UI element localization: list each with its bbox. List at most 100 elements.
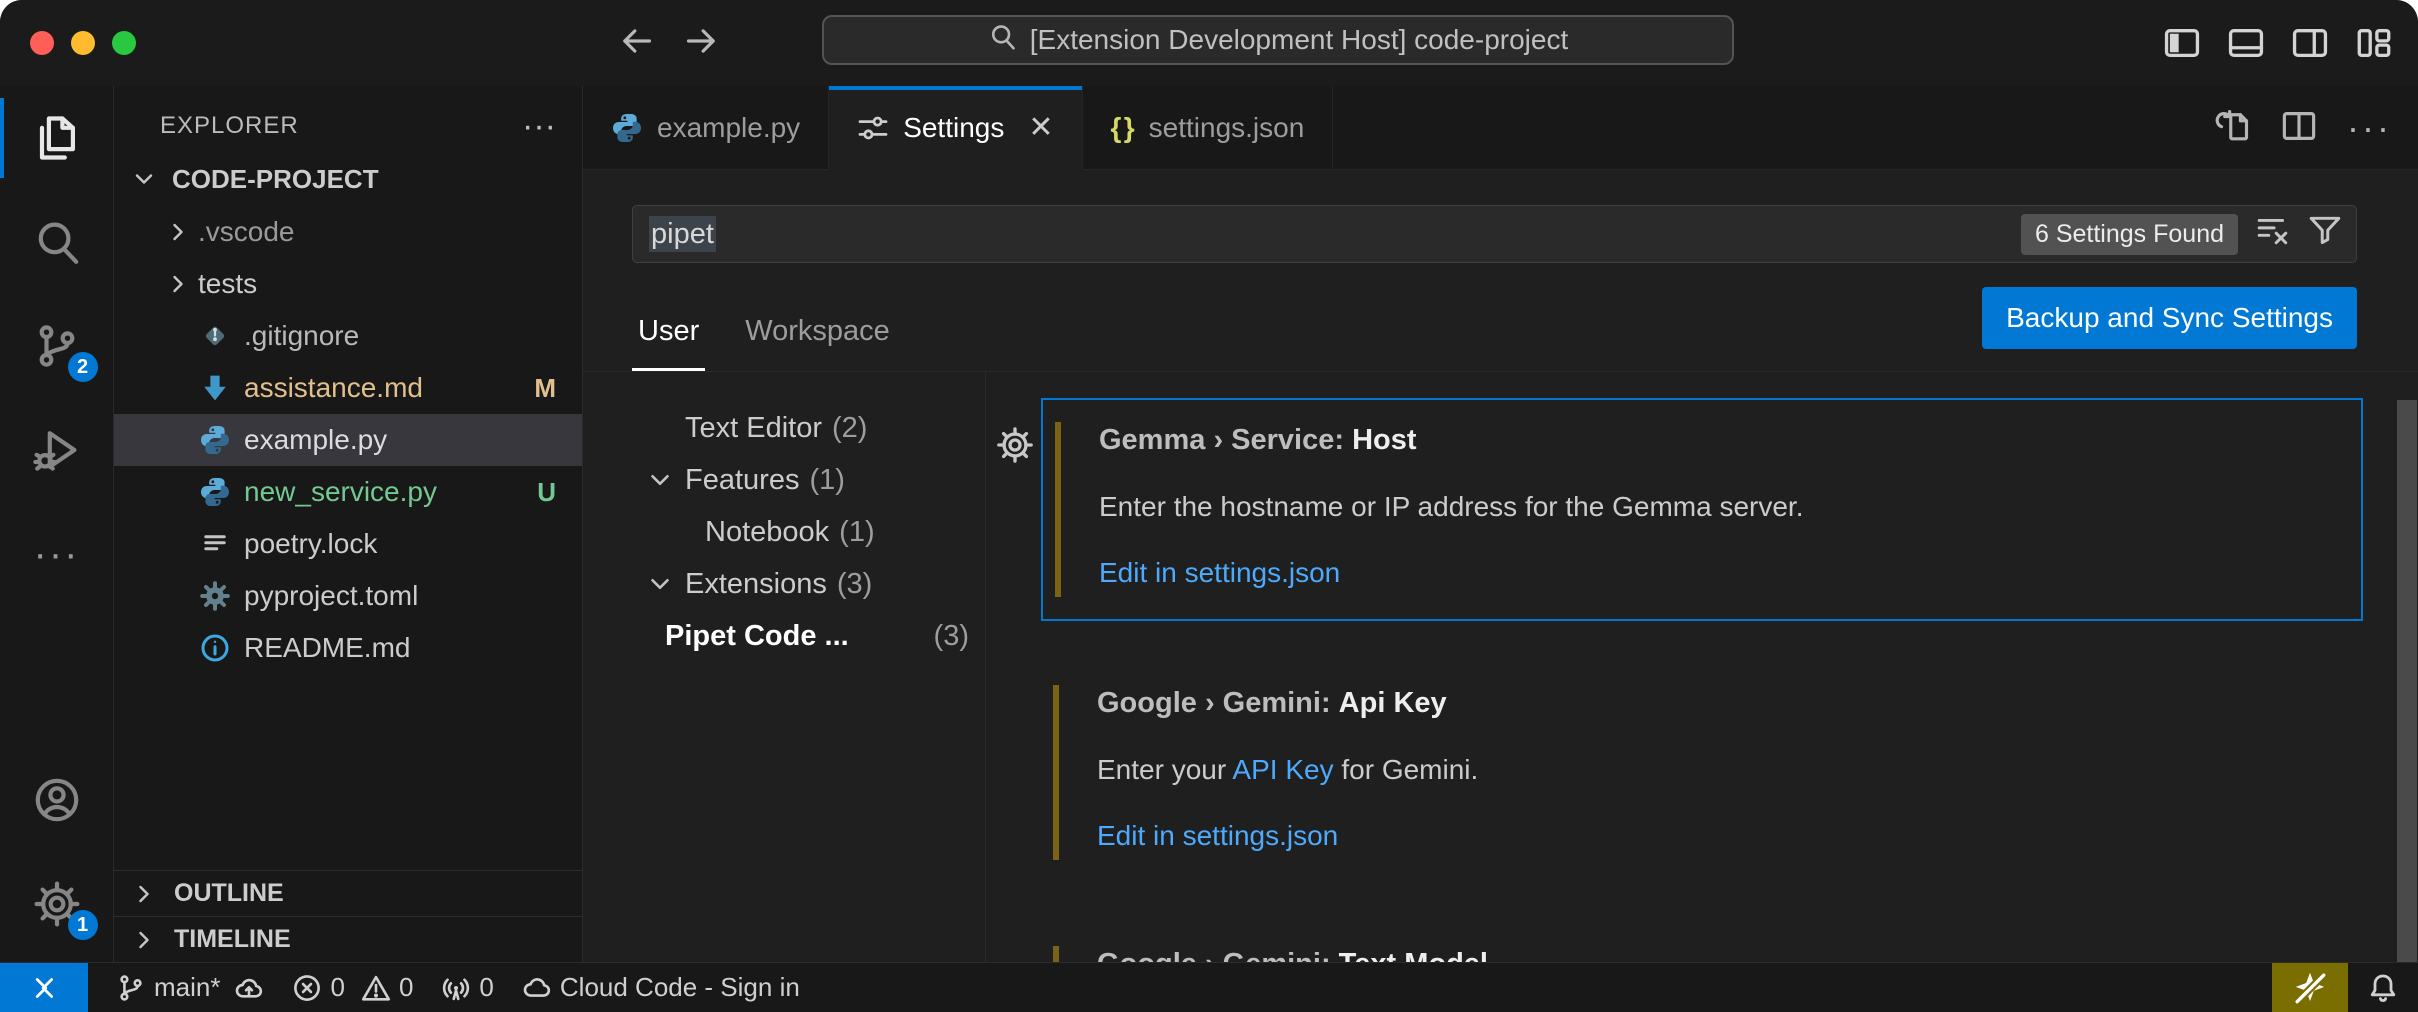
cloud-code-signin-status[interactable]: Cloud Code - Sign in xyxy=(522,972,800,1003)
remote-indicator[interactable] xyxy=(0,963,88,1012)
toggle-primary-sidebar-icon[interactable] xyxy=(2162,23,2202,63)
customize-layout-icon[interactable] xyxy=(2354,23,2394,63)
toc-item-notebook[interactable]: Notebook (1) xyxy=(583,506,985,558)
activity-bar: 2 ··· 1 xyxy=(0,86,114,962)
chevron-right-icon xyxy=(130,926,164,954)
ellipsis-icon: ··· xyxy=(34,544,80,564)
setting-title: Gemma › Service: Host xyxy=(1099,424,2337,457)
problems-status[interactable]: 0 0 xyxy=(292,972,413,1003)
toc-count: (1) xyxy=(809,464,844,497)
tree-item-new-service-py[interactable]: new_service.py U xyxy=(114,466,582,518)
python-file-icon xyxy=(198,475,232,509)
search-query-text: pipet xyxy=(649,216,716,252)
file-label: assistance.md xyxy=(244,372,423,404)
split-editor-icon[interactable] xyxy=(2281,108,2317,149)
tree-item-example-py[interactable]: example.py xyxy=(114,414,582,466)
toc-item-extensions[interactable]: Extensions (3) xyxy=(583,558,985,610)
toc-item-pipet-code[interactable]: Pipet Code ... (3) xyxy=(583,610,985,662)
explorer-root-folder[interactable]: CODE-PROJECT xyxy=(114,152,582,206)
close-tab-icon[interactable]: ✕ xyxy=(1028,110,1053,145)
toc-label: Notebook xyxy=(705,516,829,549)
ai-suggestions-status[interactable] xyxy=(2272,963,2348,1012)
activity-search-button[interactable] xyxy=(0,190,114,294)
tree-item-assistance-md[interactable]: assistance.md M xyxy=(114,362,582,414)
git-branch-icon xyxy=(116,973,146,1003)
tab-settings-json[interactable]: { } settings.json xyxy=(1083,86,1334,169)
toc-count: (3) xyxy=(837,568,872,601)
activity-more-views-button[interactable]: ··· xyxy=(0,502,114,606)
tree-item-vscode[interactable]: .vscode xyxy=(114,206,582,258)
tab-settings[interactable]: Settings ✕ xyxy=(829,86,1082,170)
editor-tab-bar: example.py Settings ✕ { } settings.json xyxy=(583,86,2418,170)
cloud-icon xyxy=(522,973,552,1003)
more-actions-icon[interactable]: ··· xyxy=(2347,107,2392,149)
settings-scrollbar[interactable] xyxy=(2396,372,2418,962)
backup-sync-settings-button[interactable]: Backup and Sync Settings xyxy=(1982,287,2357,349)
errors-icon xyxy=(292,973,322,1003)
tree-item-poetry-lock[interactable]: poetry.lock xyxy=(114,518,582,570)
setting-gemma-service-host[interactable]: Gemma › Service: Host Enter the hostname… xyxy=(1041,398,2363,621)
git-branch-status[interactable]: main* xyxy=(116,972,264,1003)
setting-google-gemini-text-model[interactable]: Google › Gemini: Text Model xyxy=(1041,924,2363,962)
tab-example-py[interactable]: example.py xyxy=(583,86,829,169)
edit-in-settings-json-link[interactable]: Edit in settings.json xyxy=(1099,557,2337,589)
go-forward-button[interactable] xyxy=(684,23,720,64)
tree-item-readme-md[interactable]: README.md xyxy=(114,622,582,674)
git-file-icon xyxy=(198,319,232,353)
lock-file-lines-icon xyxy=(198,527,232,561)
activity-source-control-button[interactable]: 2 xyxy=(0,294,114,398)
warnings-count: 0 xyxy=(399,972,413,1003)
scope-tab-user[interactable]: User xyxy=(632,315,705,371)
command-center[interactable]: [Extension Development Host] code-projec… xyxy=(822,15,1734,65)
ports-status[interactable]: 0 xyxy=(441,972,493,1003)
info-file-icon xyxy=(198,631,232,665)
explorer-more-actions-icon[interactable]: ··· xyxy=(522,121,556,131)
open-settings-json-icon[interactable] xyxy=(2215,108,2251,149)
outline-label: OUTLINE xyxy=(174,879,284,908)
toc-item-features[interactable]: Features (1) xyxy=(583,454,985,506)
bell-icon xyxy=(2367,972,2399,1004)
file-label: example.py xyxy=(244,424,387,456)
scrollbar-thumb[interactable] xyxy=(2397,400,2417,962)
file-label: .vscode xyxy=(198,216,295,248)
chevron-down-icon xyxy=(645,465,685,495)
tree-item-gitignore[interactable]: .gitignore xyxy=(114,310,582,362)
clear-search-icon[interactable] xyxy=(2256,213,2290,255)
tab-label: settings.json xyxy=(1149,112,1305,144)
toc-label: Pipet Code ... xyxy=(665,620,849,653)
toc-item-text-editor[interactable]: Text Editor (2) xyxy=(583,402,985,454)
setting-actions-gear-icon[interactable] xyxy=(996,426,1034,469)
setting-description: Enter your API Key for Gemini. xyxy=(1097,754,2339,786)
zoom-window-button[interactable] xyxy=(112,31,136,55)
accounts-button[interactable] xyxy=(0,748,114,852)
timeline-section-header[interactable]: TIMELINE xyxy=(114,916,582,962)
scope-tab-workspace[interactable]: Workspace xyxy=(739,315,896,371)
tree-item-tests[interactable]: tests xyxy=(114,258,582,310)
setting-title: Google › Gemini: Api Key xyxy=(1097,687,2339,720)
cloud-code-label: Cloud Code - Sign in xyxy=(560,972,800,1003)
filter-funnel-icon[interactable] xyxy=(2308,213,2342,255)
close-window-button[interactable] xyxy=(30,31,54,55)
tree-item-pyproject-toml[interactable]: pyproject.toml xyxy=(114,570,582,622)
sparkle-slash-icon xyxy=(2292,970,2328,1006)
activity-explorer-button[interactable] xyxy=(0,86,114,190)
toggle-secondary-sidebar-icon[interactable] xyxy=(2290,23,2330,63)
toggle-panel-icon[interactable] xyxy=(2226,23,2266,63)
outline-section-header[interactable]: OUTLINE xyxy=(114,870,582,916)
settings-search-input[interactable]: pipet 6 Settings Found xyxy=(632,205,2357,263)
edit-in-settings-json-link[interactable]: Edit in settings.json xyxy=(1097,820,2339,852)
window-title: [Extension Development Host] code-projec… xyxy=(1030,24,1569,56)
toc-label: Features xyxy=(685,464,799,497)
ports-count: 0 xyxy=(479,972,493,1003)
manage-settings-button[interactable]: 1 xyxy=(0,852,114,956)
run-debug-icon xyxy=(33,426,81,474)
branch-name: main* xyxy=(154,972,220,1003)
go-back-button[interactable] xyxy=(618,23,654,64)
minimize-window-button[interactable] xyxy=(71,31,95,55)
notifications-bell[interactable] xyxy=(2348,972,2418,1004)
api-key-link[interactable]: API Key xyxy=(1232,754,1333,785)
activity-run-debug-button[interactable] xyxy=(0,398,114,502)
publish-changes-icon xyxy=(234,973,264,1003)
setting-google-gemini-api-key[interactable]: Google › Gemini: Api Key Enter your API … xyxy=(1041,663,2363,882)
settings-sliders-icon xyxy=(857,112,889,144)
